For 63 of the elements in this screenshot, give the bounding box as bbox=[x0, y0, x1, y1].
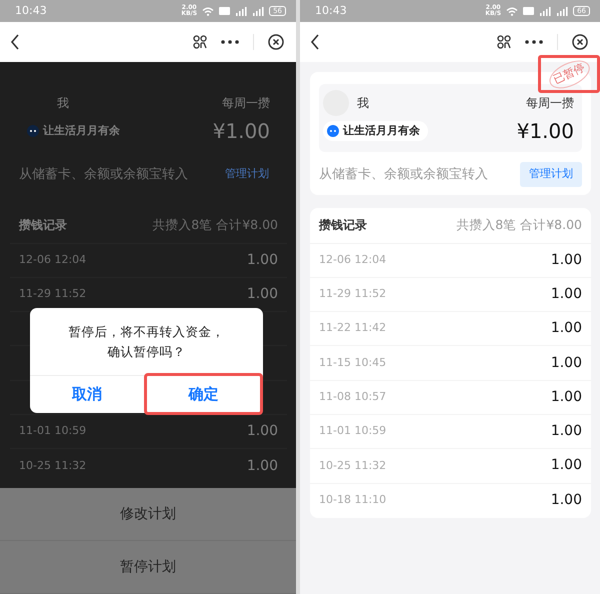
records-summary: 共攒入8笔 合计¥8.00 bbox=[456, 216, 582, 234]
manage-plan-button[interactable]: 管理计划 bbox=[520, 162, 582, 186]
close-icon[interactable] bbox=[572, 34, 588, 50]
record-date: 11-29 11:52 bbox=[19, 286, 86, 302]
scan-icon[interactable] bbox=[497, 35, 511, 49]
dialog-button[interactable]: 取消 bbox=[30, 376, 144, 413]
plan-frequency: 每周一攒 bbox=[222, 95, 270, 112]
record-amount: 1.00 bbox=[550, 388, 582, 407]
dialog-message: 暂停后，将不再转入资金， 确认暂停吗？ bbox=[30, 308, 263, 376]
close-icon[interactable] bbox=[268, 34, 284, 50]
signal-icon bbox=[556, 6, 568, 16]
signal-icon bbox=[252, 6, 264, 16]
record-amount: 1.00 bbox=[246, 456, 278, 476]
back-icon[interactable] bbox=[10, 34, 20, 50]
funding-source: 从储蓄卡、余额或余额宝转入 bbox=[319, 166, 488, 184]
signal-icon bbox=[235, 6, 248, 16]
record-amount: 1.00 bbox=[246, 250, 278, 270]
plan-tag-text: 让生活月月有余 bbox=[43, 122, 120, 139]
record-amount: 1.00 bbox=[550, 354, 582, 373]
back-icon[interactable] bbox=[310, 34, 320, 50]
record-amount: 1.00 bbox=[246, 422, 278, 442]
plan-tag-text: 让生活月月有余 bbox=[343, 122, 420, 139]
record-date: 11-22 11:42 bbox=[319, 320, 386, 336]
wifi-icon bbox=[202, 6, 214, 16]
record-date: 11-01 10:59 bbox=[19, 423, 86, 440]
plan-amount: ¥1.00 bbox=[516, 118, 574, 145]
status-time: 10:43 bbox=[15, 2, 47, 19]
record-date: 12-06 12:04 bbox=[19, 252, 86, 268]
record-amount: 1.00 bbox=[550, 250, 582, 270]
scan-icon[interactable] bbox=[193, 35, 207, 49]
more-icon[interactable] bbox=[221, 40, 239, 44]
records-title: 攒钱记录 bbox=[319, 217, 367, 234]
plan-frequency: 每周一攒 bbox=[526, 95, 574, 112]
plan-amount: ¥1.00 bbox=[212, 118, 270, 145]
owner-name: 我 bbox=[357, 95, 369, 112]
record-amount: 1.00 bbox=[550, 284, 582, 304]
signal-icon bbox=[539, 6, 552, 16]
funding-source: 从储蓄卡、余额或余额宝转入 bbox=[19, 166, 188, 184]
action-sheet-item[interactable]: 修改计划 bbox=[0, 488, 296, 541]
record-date: 11-15 10:45 bbox=[319, 354, 386, 371]
record-date: 10-25 11:32 bbox=[319, 458, 386, 474]
chat-bubble-icon bbox=[27, 125, 39, 137]
record-date: 10-18 11:10 bbox=[319, 492, 386, 508]
owner-name: 我 bbox=[57, 95, 69, 112]
highlighted-button[interactable]: 确定 bbox=[144, 373, 263, 415]
wifi-icon bbox=[506, 6, 518, 16]
record-amount: 1.00 bbox=[550, 422, 582, 442]
record-amount: 1.00 bbox=[550, 491, 582, 510]
record-amount: 1.00 bbox=[246, 284, 278, 304]
record-date: 11-29 11:52 bbox=[319, 286, 386, 302]
manage-plan-button[interactable]: 管理计划 bbox=[216, 162, 278, 186]
action-sheet-item[interactable]: 暂停计划 bbox=[0, 541, 296, 594]
record-date: 11-01 10:59 bbox=[319, 423, 386, 440]
chat-bubble-icon bbox=[327, 125, 339, 137]
more-icon[interactable] bbox=[525, 40, 543, 44]
records-summary: 共攒入8笔 合计¥8.00 bbox=[152, 216, 278, 234]
record-date: 12-06 12:04 bbox=[319, 252, 386, 268]
record-amount: 1.00 bbox=[550, 456, 582, 476]
record-date: 11-08 10:57 bbox=[319, 389, 386, 406]
record-date: 10-25 11:32 bbox=[19, 458, 86, 474]
status-time: 10:43 bbox=[315, 2, 347, 19]
records-title: 攒钱记录 bbox=[19, 217, 67, 234]
record-amount: 1.00 bbox=[550, 319, 582, 338]
